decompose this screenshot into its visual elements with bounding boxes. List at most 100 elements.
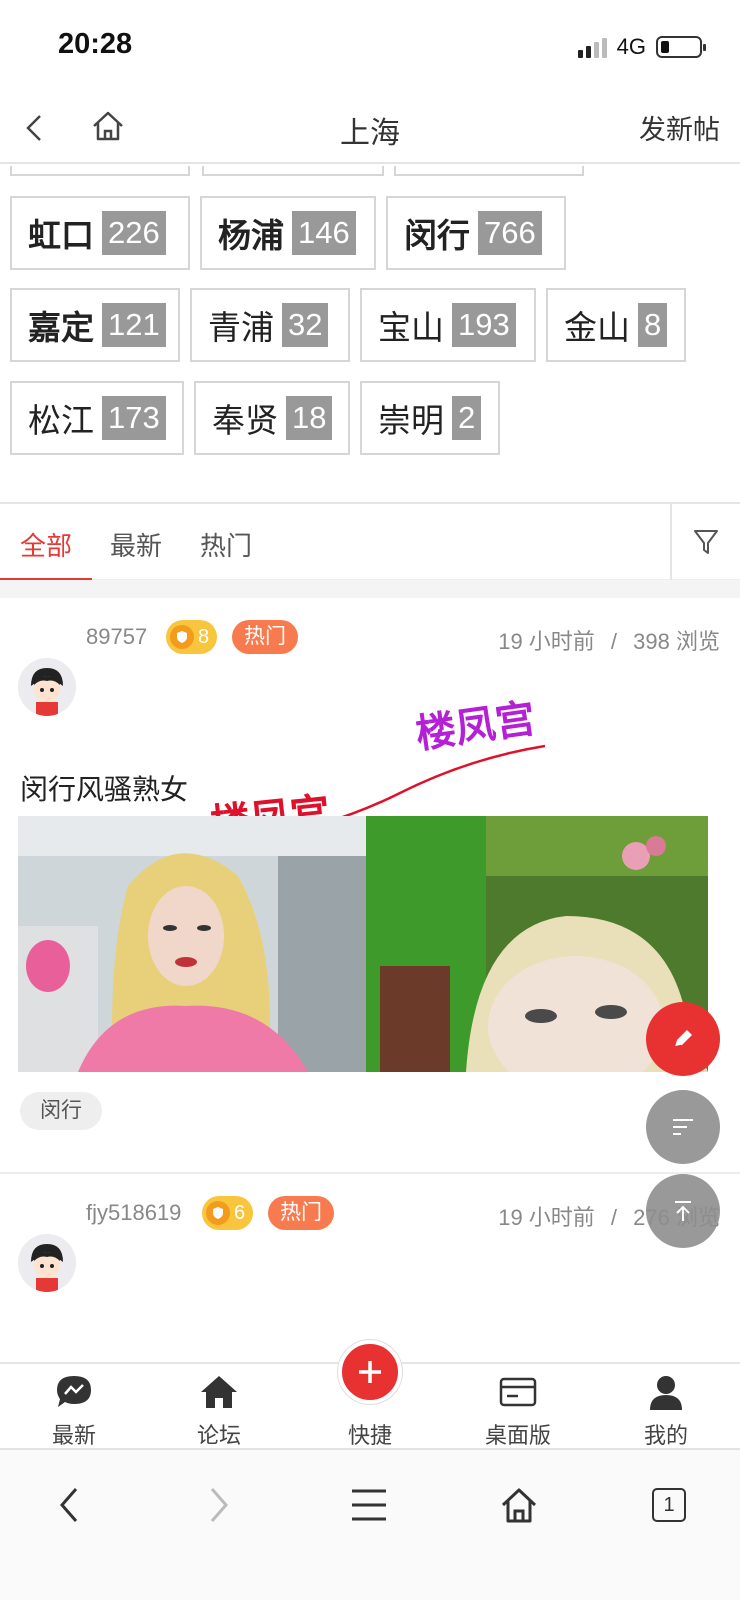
new-post-button[interactable]: 发新帖 bbox=[639, 108, 720, 147]
shield-icon bbox=[170, 625, 194, 649]
district-count: 146 bbox=[292, 211, 356, 255]
tab-count: 1 bbox=[652, 1488, 686, 1522]
bottom-tab-bar: 最新 论坛 快捷 桌面版 我的 bbox=[0, 1340, 740, 1450]
post-author[interactable]: fjy518619 bbox=[86, 1200, 181, 1226]
district-count: 18 bbox=[286, 396, 333, 440]
tab-all[interactable]: 全部 bbox=[20, 526, 72, 563]
district-name: 闵行 bbox=[404, 217, 470, 254]
page-title: 上海 bbox=[340, 117, 400, 150]
pencil-icon bbox=[674, 1030, 692, 1048]
watermark-text: 楼凤宫 bbox=[413, 698, 538, 758]
tab-label: 我的 bbox=[643, 1423, 688, 1448]
post-card[interactable]: 89757 8 热门 19 小时前 / 398 浏览 闵行风骚熟女 楼凤宫 楼凤… bbox=[0, 598, 740, 1168]
district-name: 松江 bbox=[28, 402, 94, 439]
shield-icon bbox=[206, 1201, 230, 1225]
meta-separator: / bbox=[610, 629, 618, 654]
tab-hot[interactable]: 热门 bbox=[200, 526, 252, 563]
district-chip[interactable]: 虹口 226 bbox=[10, 196, 190, 270]
district-chip[interactable]: 崇明 2 bbox=[360, 381, 500, 455]
district-count: 766 bbox=[478, 211, 542, 255]
level-badge: 6 bbox=[202, 1196, 254, 1230]
browser-home-icon[interactable] bbox=[494, 1480, 544, 1530]
district-name: 奉贤 bbox=[212, 402, 278, 439]
status-indicators: 4G bbox=[577, 34, 706, 60]
arrow-up-icon bbox=[675, 1201, 691, 1221]
tab-forum[interactable]: 论坛 bbox=[159, 1372, 279, 1450]
district-count: 32 bbox=[282, 303, 329, 347]
district-name: 虹口 bbox=[28, 217, 94, 254]
district-chip[interactable]: 金山 8 bbox=[546, 288, 686, 362]
user-icon bbox=[650, 1376, 682, 1410]
district-chip[interactable]: 奉贤 18 bbox=[194, 381, 350, 455]
tab-label: 桌面版 bbox=[484, 1423, 551, 1448]
tab-label: 最新 bbox=[51, 1423, 96, 1448]
district-name: 宝山 bbox=[378, 309, 444, 346]
tab-mine[interactable]: 我的 bbox=[606, 1372, 726, 1450]
signal-icon bbox=[577, 36, 607, 58]
post-time: 19 小时前 bbox=[498, 1205, 595, 1230]
post-card[interactable]: fjy518619 6 热门 19 小时前 / 276 浏览 bbox=[0, 1174, 740, 1360]
nav-bar: 上海 发新帖 bbox=[0, 92, 740, 164]
district-count: 121 bbox=[102, 303, 166, 347]
meta-separator: / bbox=[610, 1205, 618, 1230]
post-title[interactable]: 闵行风骚熟女 bbox=[20, 768, 188, 808]
avatar[interactable] bbox=[18, 1234, 76, 1292]
district-chip[interactable]: 宝山 193 bbox=[360, 288, 536, 362]
post-image[interactable] bbox=[18, 816, 366, 1072]
post-views: 398 浏览 bbox=[633, 629, 720, 654]
district-count: 8 bbox=[638, 303, 668, 347]
browser-back-icon[interactable] bbox=[44, 1480, 94, 1530]
browser-forward-icon[interactable] bbox=[194, 1480, 244, 1530]
tab-latest-bottom[interactable]: 最新 bbox=[14, 1372, 134, 1450]
district-list: 虹口 226 杨浦 146 闵行 766 嘉定 121 青浦 32 宝山 193… bbox=[0, 166, 740, 502]
tab-label: 快捷 bbox=[347, 1423, 392, 1448]
post-author[interactable]: 89757 bbox=[86, 624, 147, 650]
district-chip[interactable]: 青浦 32 bbox=[190, 288, 350, 362]
plus-icon bbox=[359, 1361, 381, 1383]
battery-level bbox=[661, 41, 669, 53]
district-count: 193 bbox=[452, 303, 516, 347]
desktop-card-icon bbox=[499, 1377, 537, 1407]
post-tag[interactable]: 闵行 bbox=[20, 1092, 102, 1130]
filter-tabs: 全部 最新 热门 bbox=[0, 502, 740, 581]
level-number: 6 bbox=[234, 1201, 246, 1224]
district-name: 青浦 bbox=[208, 309, 274, 346]
tab-label: 论坛 bbox=[196, 1423, 241, 1448]
status-time: 20:28 bbox=[58, 28, 133, 60]
quick-add-button[interactable] bbox=[338, 1340, 402, 1404]
compose-button[interactable] bbox=[646, 1002, 720, 1076]
district-chip-partial[interactable] bbox=[10, 166, 190, 176]
level-badge: 8 bbox=[166, 620, 218, 654]
district-name: 崇明 bbox=[378, 402, 444, 439]
section-gap bbox=[0, 580, 740, 598]
district-name: 金山 bbox=[564, 309, 630, 346]
sort-icon bbox=[673, 1119, 693, 1135]
district-count: 173 bbox=[102, 396, 166, 440]
district-count: 2 bbox=[452, 396, 482, 440]
tab-latest[interactable]: 最新 bbox=[110, 526, 162, 563]
post-time: 19 小时前 bbox=[498, 629, 595, 654]
tab-desktop[interactable]: 桌面版 bbox=[458, 1372, 578, 1450]
avatar[interactable] bbox=[18, 658, 76, 716]
battery-icon bbox=[656, 36, 706, 58]
chat-bubble-icon bbox=[57, 1376, 91, 1407]
district-chip[interactable]: 闵行 766 bbox=[386, 196, 566, 270]
post-meta: 19 小时前 / 398 浏览 bbox=[498, 624, 720, 656]
back-to-top-button[interactable] bbox=[646, 1174, 720, 1248]
level-number: 8 bbox=[198, 625, 210, 648]
status-bar: 20:28 4G bbox=[0, 0, 740, 92]
browser-menu-icon[interactable] bbox=[344, 1480, 394, 1530]
sort-button[interactable] bbox=[646, 1090, 720, 1164]
browser-toolbar: 1 bbox=[0, 1448, 740, 1600]
district-chip[interactable]: 杨浦 146 bbox=[200, 196, 376, 270]
district-chip[interactable]: 嘉定 121 bbox=[10, 288, 180, 362]
district-chip-partial[interactable] bbox=[394, 166, 584, 176]
home-icon bbox=[201, 1376, 237, 1408]
district-chip-partial[interactable] bbox=[202, 166, 384, 176]
network-type: 4G bbox=[616, 34, 646, 59]
district-chip[interactable]: 松江 173 bbox=[10, 381, 184, 455]
hot-badge: 热门 bbox=[268, 1196, 334, 1230]
district-count: 226 bbox=[102, 211, 166, 255]
browser-tabs-button[interactable]: 1 bbox=[644, 1480, 694, 1530]
filter-icon[interactable] bbox=[670, 504, 740, 580]
